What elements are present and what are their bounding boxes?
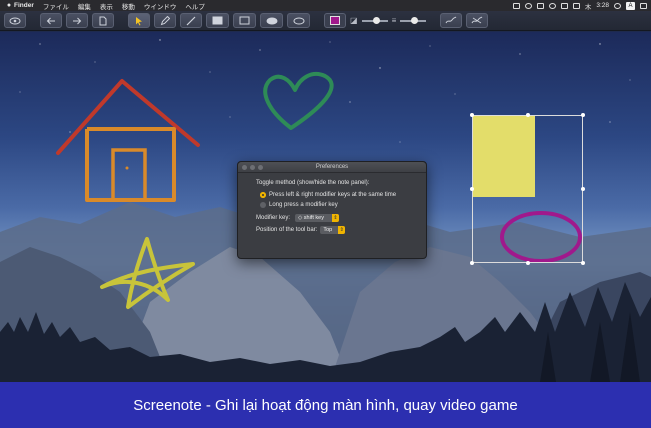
volume-icon[interactable]: [560, 2, 568, 9]
star-drawing[interactable]: [100, 237, 195, 309]
modifier-key-value: ◇ shift key: [298, 215, 324, 221]
current-color-swatch: [330, 16, 340, 25]
line-width-icon: ≡: [391, 16, 397, 25]
resize-handle-mr[interactable]: [581, 187, 585, 191]
resize-handle-bc[interactable]: [526, 261, 530, 265]
chevron-updown-icon: ⇕: [331, 214, 339, 222]
menu-edit[interactable]: 編集: [78, 1, 91, 11]
resize-handle-ml[interactable]: [470, 187, 474, 191]
color-picker-button[interactable]: [324, 13, 346, 28]
resize-handle-br[interactable]: [581, 261, 585, 265]
pointer-icon: [136, 16, 142, 25]
filled-rect-icon: [212, 16, 223, 25]
caption-text: Screenote - Ghi lại hoạt động màn hình, …: [133, 396, 518, 414]
forward-arrow-icon: [73, 17, 82, 24]
dialog-title: Preferences: [315, 164, 349, 170]
preferences-dialog: Preferences Toggle method (show/hide the…: [237, 161, 427, 259]
pencil-tool-button[interactable]: [154, 13, 176, 28]
menu-window[interactable]: ウインドウ: [144, 1, 177, 11]
chevron-updown-icon: ⇕: [338, 226, 346, 234]
opacity-slider[interactable]: [361, 16, 388, 24]
radio-long-press[interactable]: [260, 202, 266, 208]
input-source-indicator[interactable]: A: [626, 1, 635, 10]
option-long-press-label[interactable]: Long press a modifier key: [269, 202, 338, 208]
ellipse-tool-button[interactable]: [287, 13, 310, 28]
status-area: 木 3:28 A: [512, 1, 647, 11]
opacity-icon: ◪: [350, 16, 358, 25]
eye-icon: [9, 17, 21, 24]
highlighter-icon: [445, 16, 457, 24]
clock-day[interactable]: 木: [585, 1, 592, 11]
opacity-slider-knob[interactable]: [372, 16, 380, 24]
toolbar-position-label: Position of the tool bar:: [256, 227, 318, 233]
eraser-icon: [471, 16, 483, 24]
line-width-slider-knob[interactable]: [411, 16, 419, 24]
toolbar-position-select[interactable]: Top ⇕: [320, 226, 346, 234]
selection-box[interactable]: [470, 113, 585, 265]
modifier-key-select[interactable]: ◇ shift key ⇕: [295, 214, 339, 222]
highlighter-tool-button[interactable]: [440, 13, 463, 28]
back-arrow-icon: [46, 17, 55, 24]
pointer-tool-button[interactable]: [128, 13, 150, 28]
option-long-press[interactable]: Long press a modifier key: [256, 202, 426, 208]
dialog-titlebar[interactable]: Preferences: [238, 162, 426, 173]
document-icon: [99, 16, 107, 25]
clock-time[interactable]: 3:28: [596, 2, 609, 9]
apple-menu-icon[interactable]: ●: [4, 2, 14, 9]
resize-handle-bl[interactable]: [470, 261, 474, 265]
screenote-status-icon[interactable]: [512, 2, 520, 9]
menu-view[interactable]: 表示: [100, 1, 113, 11]
menu-go[interactable]: 移動: [122, 1, 135, 11]
clear-page-button[interactable]: [92, 13, 114, 28]
line-width-slider[interactable]: [400, 16, 427, 24]
filled-ellipse-icon: [266, 17, 277, 24]
toolbar-position-value: Top: [323, 227, 333, 233]
filled-rect-tool-button[interactable]: [206, 13, 229, 28]
toggle-method-label: Toggle method (show/hide the note panel)…: [256, 180, 370, 186]
toggle-visibility-button[interactable]: [4, 13, 26, 28]
time-machine-icon[interactable]: [524, 2, 532, 9]
battery-icon[interactable]: [572, 2, 580, 9]
caption-banner: Screenote - Ghi lại hoạt động màn hình, …: [0, 382, 651, 428]
resize-handle-tr[interactable]: [581, 113, 585, 117]
menu-help[interactable]: ヘルプ: [185, 1, 205, 11]
undo-button[interactable]: [40, 13, 62, 28]
airplay-icon[interactable]: [536, 2, 544, 9]
menu-app-finder[interactable]: Finder: [14, 2, 34, 9]
notification-center-icon[interactable]: [640, 2, 647, 9]
eraser-tool-button[interactable]: [466, 13, 489, 28]
resize-handle-tc[interactable]: [526, 113, 530, 117]
menu-bar: ● Finder ファイル 編集 表示 移動 ウインドウ ヘルプ 木 3:28 …: [0, 0, 651, 11]
ellipse-icon: [293, 17, 304, 24]
pencil-icon: [160, 15, 170, 25]
house-drawing[interactable]: [56, 79, 200, 202]
line-tool-button[interactable]: [180, 13, 202, 28]
menu-file[interactable]: ファイル: [43, 1, 69, 11]
option-press-both-keys[interactable]: Press left & right modifier keys at the …: [256, 192, 426, 198]
radio-press-both-keys[interactable]: [260, 192, 266, 198]
modifier-key-label: Modifier key:: [256, 215, 291, 221]
filled-ellipse-tool-button[interactable]: [260, 13, 283, 28]
option-press-both-keys-label[interactable]: Press left & right modifier keys at the …: [269, 192, 396, 198]
redo-button[interactable]: [66, 13, 88, 28]
heart-drawing[interactable]: [263, 71, 334, 130]
line-icon: [186, 16, 196, 25]
screenote-toolbar: ◪ ≡: [0, 11, 651, 31]
wifi-icon[interactable]: [548, 2, 556, 9]
resize-handle-tl[interactable]: [470, 113, 474, 117]
rect-tool-button[interactable]: [233, 13, 256, 28]
spotlight-search-icon[interactable]: [614, 2, 621, 9]
rect-icon: [239, 16, 250, 25]
